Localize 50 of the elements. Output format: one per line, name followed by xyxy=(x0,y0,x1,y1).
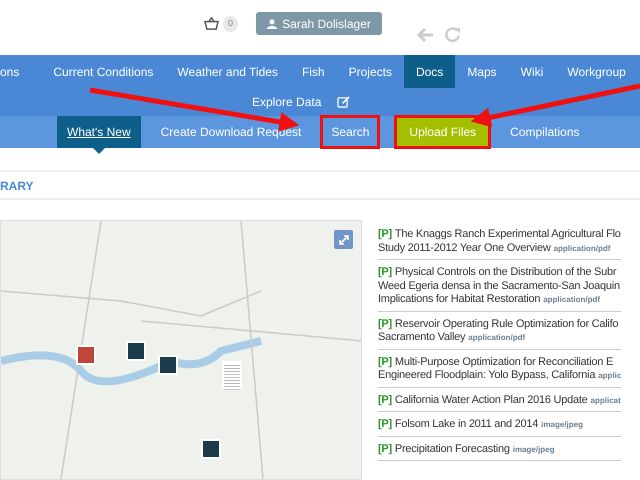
nav-item[interactable]: Fish xyxy=(290,55,337,88)
document-link[interactable]: Engineered Floodplain: Yolo Bypass, California xyxy=(378,369,596,381)
cart-count: 0 xyxy=(223,16,238,32)
image-marker-icon[interactable] xyxy=(126,341,146,361)
fullscreen-button[interactable] xyxy=(334,230,353,249)
document-link[interactable]: Study 2011-2012 Year One Overview xyxy=(378,242,551,254)
image-marker-icon[interactable] xyxy=(76,345,96,365)
edit-icon[interactable] xyxy=(337,96,350,108)
document-link[interactable]: The Knaggs Ranch Experimental Agricultural Flo xyxy=(394,228,621,240)
subnav-tab[interactable]: What's New xyxy=(57,116,141,148)
person-icon xyxy=(267,18,278,28)
document-link[interactable]: California Water Action Plan 2016 Update xyxy=(394,394,588,406)
doc-tag: [P] xyxy=(378,266,392,278)
image-marker-icon[interactable] xyxy=(158,355,178,375)
expand-icon xyxy=(338,234,350,246)
file-type: application/pdf xyxy=(554,244,610,252)
section-title: RARY xyxy=(0,179,35,193)
document-link[interactable]: Weed Egeria densa in the Sacramento-San Joaquin xyxy=(378,280,620,292)
file-type: application/pdf xyxy=(543,295,600,304)
nav-item[interactable]: Wiki xyxy=(508,55,556,88)
nav-item[interactable]: Current Conditions xyxy=(41,55,166,88)
nav-item[interactable]: Projects xyxy=(336,55,404,88)
nav-item[interactable]: Weather and Tides xyxy=(165,55,290,88)
document-link[interactable]: Precipitation Forecasting xyxy=(394,442,510,454)
doc-tag: [P] xyxy=(378,394,392,406)
document-link[interactable]: Folsom Lake in 2011 and 2014 xyxy=(394,418,538,430)
document-marker-icon[interactable] xyxy=(222,361,242,390)
tab-pointer xyxy=(93,148,105,154)
document-link[interactable]: Implications for Habitat Restoration xyxy=(378,293,540,305)
file-type: image/jpeg xyxy=(512,444,555,454)
basket-icon[interactable] xyxy=(204,17,219,30)
doc-tag: [P] xyxy=(378,442,392,454)
nav-item[interactable]: Maps xyxy=(455,55,509,88)
nav-item[interactable]: Workgroup xyxy=(555,55,638,88)
doc-tag: [P] xyxy=(378,356,392,368)
image-marker-icon[interactable] xyxy=(201,439,221,459)
document-link[interactable]: Physical Controls on the Distribution of the Subr xyxy=(394,266,616,278)
file-type: applicat xyxy=(590,396,621,404)
nav-item[interactable]: ons xyxy=(0,55,32,88)
file-type: image/jpeg xyxy=(541,420,583,429)
doc-tag: [P] xyxy=(378,318,392,330)
document-link[interactable]: Sacramento Valley xyxy=(378,331,466,343)
document-link[interactable]: Multi-Purpose Optimization for Reconciliation E xyxy=(394,356,614,368)
document-link[interactable]: Reservoir Operating Rule Optimization for Califo xyxy=(394,318,618,330)
doc-tag: [P] xyxy=(378,418,392,430)
file-type: application/pdf xyxy=(468,333,526,342)
nav-item[interactable]: Explore Data xyxy=(252,95,322,109)
nav-item[interactable]: Docs xyxy=(404,55,456,88)
file-type: applic xyxy=(598,371,622,380)
doc-tag: [P] xyxy=(378,228,392,240)
